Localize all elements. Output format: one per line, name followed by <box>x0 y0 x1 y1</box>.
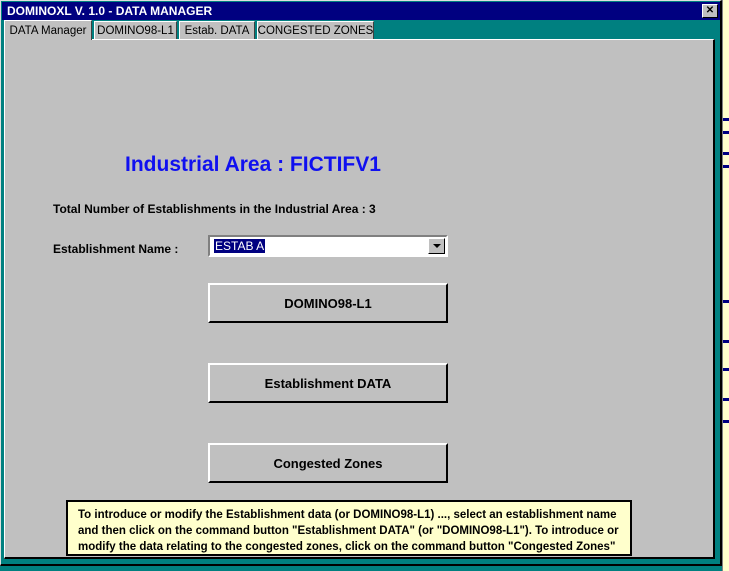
tab-label: DOMINO98-L1 <box>97 24 174 37</box>
domino98-l1-button[interactable]: DOMINO98-L1 <box>208 283 448 323</box>
button-label: Establishment DATA <box>264 375 392 391</box>
combobox-selected-value: ESTAB A <box>214 239 266 253</box>
button-label: DOMINO98-L1 <box>284 295 372 311</box>
tab-congested-zones[interactable]: CONGESTED ZONES <box>257 21 374 39</box>
help-note: To introduce or modify the Establishment… <box>66 500 632 556</box>
application-window: DOMINOXL V. 1.0 - DATA MANAGER ✕ DATA Ma… <box>0 0 722 566</box>
tab-domino98-l1[interactable]: DOMINO98-L1 <box>94 21 177 39</box>
window-title: DOMINOXL V. 1.0 - DATA MANAGER <box>7 4 213 18</box>
tab-label: Estab. DATA <box>184 24 250 37</box>
tab-data-manager[interactable]: DATA Manager <box>4 20 92 40</box>
establishment-data-button[interactable]: Establishment DATA <box>208 363 448 403</box>
tab-strip: DATA Manager DOMINO98-L1 Estab. DATA CON… <box>2 20 720 40</box>
establishment-name-combobox[interactable]: ESTAB A <box>208 235 448 257</box>
congested-zones-button[interactable]: Congested Zones <box>208 443 448 483</box>
title-bar[interactable]: DOMINOXL V. 1.0 - DATA MANAGER ✕ <box>2 2 720 20</box>
tab-label: DATA Manager <box>9 24 87 37</box>
establishment-name-label: Establishment Name : <box>53 242 179 256</box>
close-icon[interactable]: ✕ <box>702 4 718 18</box>
total-establishments-label: Total Number of Establishments in the In… <box>53 202 376 216</box>
tab-label: CONGESTED ZONES <box>257 24 374 37</box>
data-manager-panel: Industrial Area : FICTIFV1 Total Number … <box>4 39 715 559</box>
background-window-sliver[interactable] <box>722 0 729 571</box>
page-title: Industrial Area : FICTIFV1 <box>125 153 381 176</box>
tab-estab-data[interactable]: Estab. DATA <box>179 21 255 39</box>
button-label: Congested Zones <box>273 455 383 471</box>
chevron-down-icon[interactable] <box>428 238 445 254</box>
title-bar-buttons: ✕ <box>702 4 718 18</box>
